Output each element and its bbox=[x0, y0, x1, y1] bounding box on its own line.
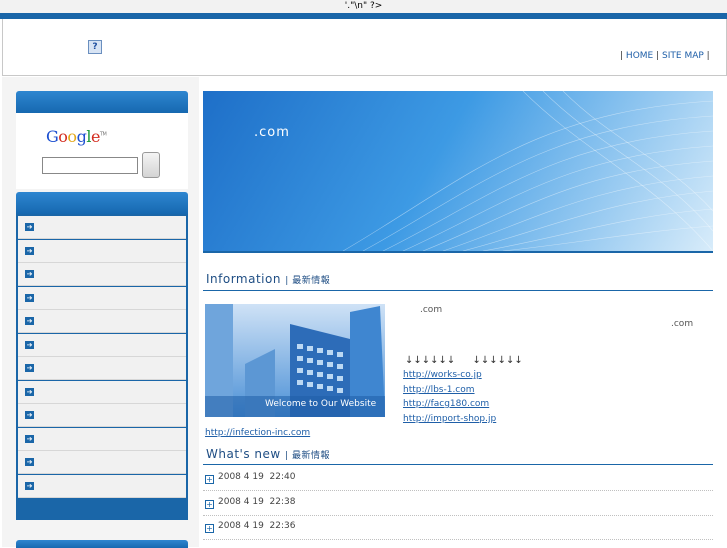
arrow-right-icon: ➔ bbox=[25, 247, 34, 255]
search-panel-header bbox=[16, 91, 188, 113]
sidebar-menu-item[interactable]: ➔ bbox=[18, 381, 186, 404]
arrow-right-icon: ➔ bbox=[25, 223, 34, 231]
sidebar-menu-item[interactable]: ➔ bbox=[18, 451, 186, 474]
sidebar-menu-item[interactable]: ➔ bbox=[18, 240, 186, 263]
plus-icon: + bbox=[205, 524, 214, 533]
external-link[interactable]: http://import-shop.jp bbox=[403, 414, 496, 424]
stray-php-text: '."\n" ?> bbox=[0, 0, 727, 13]
sidebar-menu-item[interactable]: ➔ bbox=[18, 263, 186, 286]
sidebar-menu-item[interactable]: ➔ bbox=[18, 357, 186, 380]
arrow-right-icon: ➔ bbox=[25, 458, 34, 466]
arrow-right-icon: ➔ bbox=[25, 388, 34, 396]
external-link[interactable]: http://works-co.jp bbox=[403, 370, 482, 380]
external-link[interactable]: http://infection-inc.com bbox=[205, 428, 310, 438]
news-date: 2008 4 19 22:38 bbox=[218, 497, 296, 507]
arrow-right-icon: ➔ bbox=[25, 411, 34, 419]
welcome-caption: Welcome to Our Website bbox=[265, 399, 377, 409]
top-navigation: | HOME | SITE MAP | bbox=[620, 51, 710, 61]
sidebar-menu-item[interactable]: ➔ bbox=[18, 334, 186, 357]
search-input[interactable] bbox=[42, 157, 138, 174]
sidebar-menu-item[interactable]: ➔ bbox=[18, 428, 186, 451]
nav-separator: | bbox=[706, 51, 710, 61]
sidebar-menu-item[interactable]: ➔ bbox=[18, 216, 186, 239]
information-divider bbox=[203, 290, 713, 291]
sidebar-menu-item[interactable]: ➔ bbox=[18, 310, 186, 333]
down-arrows-text: ↓↓↓↓↓↓ ↓↓↓↓↓↓ bbox=[405, 355, 523, 366]
information-text: .com bbox=[671, 319, 694, 329]
nav-sitemap-link[interactable]: SITE MAP bbox=[662, 51, 704, 61]
sidebar-menu: ➔ ➔ ➔ ➔ ➔ ➔ ➔ ➔ ➔ ➔ ➔ ➔ bbox=[16, 214, 188, 520]
broken-image-icon: ? bbox=[88, 40, 102, 54]
arrow-right-icon: ➔ bbox=[25, 341, 34, 349]
arrow-right-icon: ➔ bbox=[25, 482, 34, 490]
search-button[interactable] bbox=[142, 152, 160, 178]
sidebar-menu-item[interactable]: ➔ bbox=[18, 287, 186, 310]
information-text: .com bbox=[420, 305, 443, 315]
google-search-panel bbox=[16, 113, 188, 189]
arrow-right-icon: ➔ bbox=[25, 435, 34, 443]
nav-separator: | bbox=[656, 51, 660, 61]
news-item[interactable]: +2008 4 19 22:38 bbox=[203, 491, 713, 516]
plus-icon: + bbox=[205, 475, 214, 484]
nav-separator: | bbox=[620, 51, 624, 61]
external-link[interactable]: http://lbs-1.com bbox=[403, 385, 475, 395]
banner-divider bbox=[203, 251, 713, 253]
plus-icon: + bbox=[205, 500, 214, 509]
arrow-right-icon: ➔ bbox=[25, 317, 34, 325]
site-header bbox=[2, 19, 727, 76]
banner-site-title: .com bbox=[254, 125, 290, 140]
external-link[interactable]: http://facg180.com bbox=[403, 399, 489, 409]
sidebar-menu-item[interactable]: ➔ bbox=[18, 404, 186, 427]
arrow-right-icon: ➔ bbox=[25, 364, 34, 372]
whats-new-heading: What's new | 最新情報 bbox=[206, 447, 330, 461]
next-panel-header bbox=[16, 540, 188, 548]
hero-banner bbox=[203, 91, 713, 251]
sidebar-menu-item[interactable]: ➔ bbox=[18, 475, 186, 498]
whats-new-divider bbox=[203, 464, 713, 465]
arrow-right-icon: ➔ bbox=[25, 294, 34, 302]
news-item[interactable]: +2008 4 19 22:40 bbox=[203, 466, 713, 491]
google-logo: GoogleTM bbox=[46, 127, 107, 146]
information-heading: Information | 最新情報 bbox=[206, 272, 331, 286]
banner-wave-graphic bbox=[342, 91, 713, 251]
menu-panel-header bbox=[16, 192, 188, 214]
news-item[interactable]: +2008 4 19 22:36 bbox=[203, 515, 713, 540]
nav-home-link[interactable]: HOME bbox=[626, 51, 653, 61]
news-date: 2008 4 19 22:40 bbox=[218, 472, 296, 482]
arrow-right-icon: ➔ bbox=[25, 270, 34, 278]
news-date: 2008 4 19 22:36 bbox=[218, 521, 296, 531]
